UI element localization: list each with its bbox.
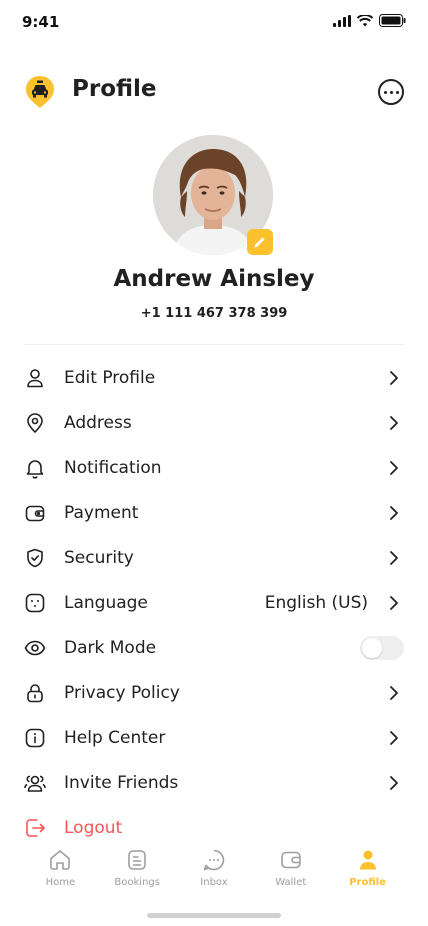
menu-item-label: Edit Profile xyxy=(64,367,156,388)
user-icon xyxy=(24,367,46,389)
chevron-right-icon xyxy=(386,685,402,701)
taxi-logo-icon xyxy=(26,76,54,108)
menu-item-privacy-policy[interactable]: Privacy Policy xyxy=(24,670,404,715)
menu-item-edit-profile[interactable]: Edit Profile xyxy=(24,355,404,400)
chevron-right-icon xyxy=(386,505,402,521)
menu-item-label: Notification xyxy=(64,457,162,478)
battery-icon xyxy=(379,14,406,27)
menu-item-label: Privacy Policy xyxy=(64,682,180,703)
menu-item-label: Invite Friends xyxy=(64,772,179,793)
menu-item-label: Security xyxy=(64,547,134,568)
more-dot xyxy=(395,90,399,94)
menu-item-label: Logout xyxy=(64,817,123,838)
menu-item-label: Help Center xyxy=(64,727,166,748)
nav-label: Bookings xyxy=(114,877,160,888)
bottom-nav: Home Bookings Inbox Wallet Profile xyxy=(0,840,428,926)
nav-item-profile[interactable]: Profile xyxy=(338,848,398,888)
menu-item-security[interactable]: Security xyxy=(24,535,404,580)
status-time: 9:41 xyxy=(22,13,60,31)
nav-item-wallet[interactable]: Wallet xyxy=(261,848,321,888)
menu-item-address[interactable]: Address xyxy=(24,400,404,445)
nav-label: Inbox xyxy=(200,877,228,888)
info-icon xyxy=(24,727,46,749)
menu-item-invite-friends[interactable]: Invite Friends xyxy=(24,760,404,805)
more-options-button[interactable] xyxy=(378,79,404,105)
status-icons xyxy=(333,14,406,27)
menu-item-notification[interactable]: Notification xyxy=(24,445,404,490)
nav-label: Profile xyxy=(349,877,386,888)
status-bar: 9:41 xyxy=(0,0,428,44)
chat-icon xyxy=(202,848,226,872)
edit-avatar-button[interactable] xyxy=(247,229,273,255)
menu-item-dark-mode: Dark Mode xyxy=(24,625,404,670)
menu-item-label: Dark Mode xyxy=(64,637,157,658)
users-icon xyxy=(24,772,46,794)
logout-icon xyxy=(24,817,46,839)
user-name: Andrew Ainsley xyxy=(113,266,315,292)
toggle-knob xyxy=(362,637,382,658)
language-value: English (US) xyxy=(264,592,368,613)
header: Profile xyxy=(0,72,428,112)
nav-item-inbox[interactable]: Inbox xyxy=(184,848,244,888)
location-icon xyxy=(24,412,46,434)
menu-item-label: Language xyxy=(64,592,148,613)
profile-menu: Edit Profile Address Notification Paymen… xyxy=(24,355,404,850)
more-dot xyxy=(383,90,387,94)
dark-mode-toggle[interactable] xyxy=(360,635,404,660)
menu-item-help-center[interactable]: Help Center xyxy=(24,715,404,760)
menu-item-language[interactable]: Language English (US) xyxy=(24,580,404,625)
profile-icon xyxy=(356,848,380,872)
wallet-icon xyxy=(24,502,46,524)
user-phone: +1 111 467 378 399 xyxy=(140,306,288,321)
wifi-icon xyxy=(357,14,373,26)
home-icon xyxy=(48,848,72,872)
chevron-right-icon xyxy=(386,415,402,431)
chevron-right-icon xyxy=(386,775,402,791)
menu-item-label: Address xyxy=(64,412,132,433)
chevron-right-icon xyxy=(386,370,402,386)
nav-item-home[interactable]: Home xyxy=(30,848,90,888)
lock-icon xyxy=(24,682,46,704)
chevron-right-icon xyxy=(386,460,402,476)
wallet-icon xyxy=(279,848,303,872)
nav-label: Wallet xyxy=(275,877,307,888)
nav-item-bookings[interactable]: Bookings xyxy=(107,848,167,888)
page-title: Profile xyxy=(72,76,157,102)
pencil-icon xyxy=(254,237,265,248)
document-icon xyxy=(125,848,149,872)
nav-label: Home xyxy=(45,877,76,888)
signal-icon xyxy=(333,14,351,27)
bell-icon xyxy=(24,457,46,479)
chevron-right-icon xyxy=(386,595,402,611)
menu-item-label: Payment xyxy=(64,502,139,523)
avatar-container xyxy=(153,135,275,257)
more-dot xyxy=(389,90,393,94)
language-icon xyxy=(24,592,46,614)
divider xyxy=(24,344,404,345)
menu-item-payment[interactable]: Payment xyxy=(24,490,404,535)
home-indicator xyxy=(147,913,281,918)
shield-icon xyxy=(24,547,46,569)
chevron-right-icon xyxy=(386,730,402,746)
chevron-right-icon xyxy=(386,550,402,566)
eye-icon xyxy=(24,637,46,659)
